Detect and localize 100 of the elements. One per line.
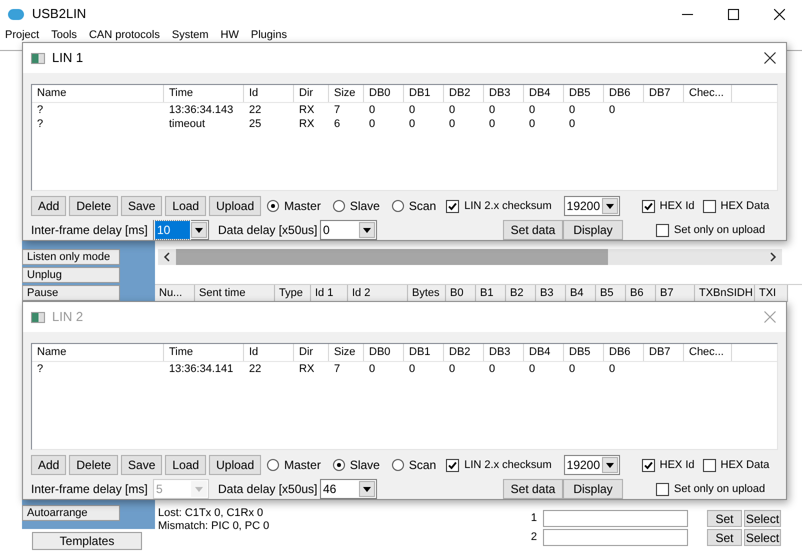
column-header[interactable]: DB1 (404, 85, 444, 102)
menu-item[interactable]: Tools (51, 29, 77, 41)
checkbox[interactable] (702, 458, 716, 472)
toolbar-button[interactable]: Load (165, 196, 206, 216)
column-header[interactable]: B2 (506, 285, 536, 302)
interframe-delay-select[interactable]: 10 (153, 220, 209, 240)
column-header[interactable]: DB1 (404, 344, 444, 361)
display-button[interactable]: Display (563, 220, 623, 240)
set-button[interactable]: Set (707, 529, 742, 546)
select-button[interactable]: Select (744, 529, 781, 546)
column-header[interactable]: Nu... (155, 285, 195, 302)
radio-button[interactable] (332, 459, 345, 471)
autoarrange-button[interactable]: Autoarrange (22, 505, 120, 521)
column-header[interactable]: Id (244, 344, 294, 361)
column-header[interactable]: TXBnSIDH (695, 285, 755, 302)
column-header[interactable]: Chec... (684, 85, 732, 102)
radio-button[interactable] (332, 200, 345, 212)
column-header[interactable]: B3 (536, 285, 566, 302)
menu-item[interactable]: System (172, 29, 209, 41)
column-header[interactable]: Id (244, 85, 294, 102)
column-header[interactable]: DB0 (364, 344, 404, 361)
menu-item[interactable]: Project (5, 29, 40, 41)
horizontal-scrollbar[interactable] (158, 249, 782, 265)
column-header[interactable]: TXI (755, 285, 788, 302)
column-header[interactable]: Name (32, 85, 164, 102)
column-header[interactable]: DB0 (364, 85, 404, 102)
window-icon (31, 52, 45, 64)
column-header[interactable]: DB3 (484, 344, 524, 361)
column-header[interactable]: Dir (294, 85, 329, 102)
column-header[interactable]: Time (164, 344, 244, 361)
column-header[interactable]: DB7 (644, 344, 684, 361)
baud-rate-select[interactable]: 19200 (564, 455, 620, 475)
column-header[interactable]: B5 (596, 285, 626, 302)
close-icon[interactable] (762, 50, 778, 66)
set-data-button[interactable]: Set data (503, 479, 563, 499)
column-header[interactable]: DB2 (444, 85, 484, 102)
column-header[interactable]: DB6 (604, 85, 644, 102)
column-header[interactable]: DB5 (564, 344, 604, 361)
column-header[interactable]: Time (164, 85, 244, 102)
checkbox[interactable] (656, 224, 669, 236)
column-header[interactable]: B0 (446, 285, 476, 302)
column-header[interactable]: DB4 (524, 85, 564, 102)
menu-item[interactable]: CAN protocols (88, 29, 160, 41)
column-header[interactable]: DB3 (484, 85, 524, 102)
side-button[interactable]: Pause (22, 285, 120, 301)
set-button[interactable]: Set (707, 510, 742, 527)
dropdown-caret-icon (359, 222, 375, 238)
toolbar-button[interactable]: Add (31, 196, 66, 216)
radio-button[interactable] (267, 459, 280, 471)
side-button[interactable]: Unplug (22, 267, 120, 283)
column-header[interactable]: DB5 (564, 85, 604, 102)
checkbox[interactable] (702, 200, 716, 212)
checkbox[interactable] (446, 200, 460, 212)
toolbar-button[interactable]: Save (121, 196, 162, 216)
data-delay-select[interactable]: 0 (320, 220, 377, 240)
radio-button[interactable] (267, 200, 280, 212)
radio-button[interactable] (392, 459, 404, 471)
toolbar-button[interactable]: Delete (69, 455, 118, 475)
toolbar-button[interactable]: Load (165, 455, 206, 475)
column-header[interactable]: DB6 (604, 344, 644, 361)
menu-item[interactable]: HW (220, 29, 239, 41)
column-header[interactable]: Chec... (684, 344, 732, 361)
column-header[interactable]: Id 1 (311, 285, 348, 302)
checkbox[interactable] (642, 200, 655, 212)
column-header[interactable]: B7 (656, 285, 695, 302)
templates-button[interactable]: Templates (32, 532, 142, 550)
column-header[interactable]: Bytes (408, 285, 446, 302)
checkbox-label: HEX Id (660, 458, 694, 473)
slot-input-field[interactable] (543, 510, 688, 527)
data-delay-select[interactable]: 46 (320, 479, 377, 499)
slot-input-field[interactable] (543, 529, 688, 546)
column-header[interactable]: Size (329, 344, 364, 361)
column-header[interactable]: Size (329, 85, 364, 102)
column-header[interactable]: DB2 (444, 344, 484, 361)
column-header[interactable]: Type (275, 285, 311, 302)
set-data-button[interactable]: Set data (503, 220, 563, 240)
column-header[interactable]: Name (32, 344, 164, 361)
column-header[interactable]: B6 (626, 285, 656, 302)
checkbox[interactable] (656, 482, 669, 496)
menu-item[interactable]: Plugins (250, 29, 287, 41)
column-header[interactable]: DB4 (524, 344, 564, 361)
column-header[interactable]: Sent time (195, 285, 275, 302)
checkbox[interactable] (446, 458, 460, 472)
checkbox[interactable] (642, 458, 655, 472)
toolbar-button[interactable]: Delete (69, 196, 118, 216)
column-header[interactable]: Id 2 (348, 285, 408, 302)
radio-button[interactable] (392, 200, 404, 212)
dropdown-caret-icon (191, 222, 207, 238)
select-button[interactable]: Select (744, 510, 781, 527)
column-header[interactable]: B4 (566, 285, 596, 302)
column-header[interactable]: Dir (294, 344, 329, 361)
toolbar-button[interactable]: Upload (209, 455, 262, 475)
side-button[interactable]: Listen only mode (22, 249, 120, 265)
toolbar-button[interactable]: Upload (209, 196, 262, 216)
toolbar-button[interactable]: Save (121, 455, 162, 475)
display-button[interactable]: Display (563, 479, 623, 499)
toolbar-button[interactable]: Add (31, 455, 66, 475)
baud-rate-select[interactable]: 19200 (564, 196, 620, 216)
column-header[interactable]: B1 (476, 285, 506, 302)
column-header[interactable]: DB7 (644, 85, 684, 102)
